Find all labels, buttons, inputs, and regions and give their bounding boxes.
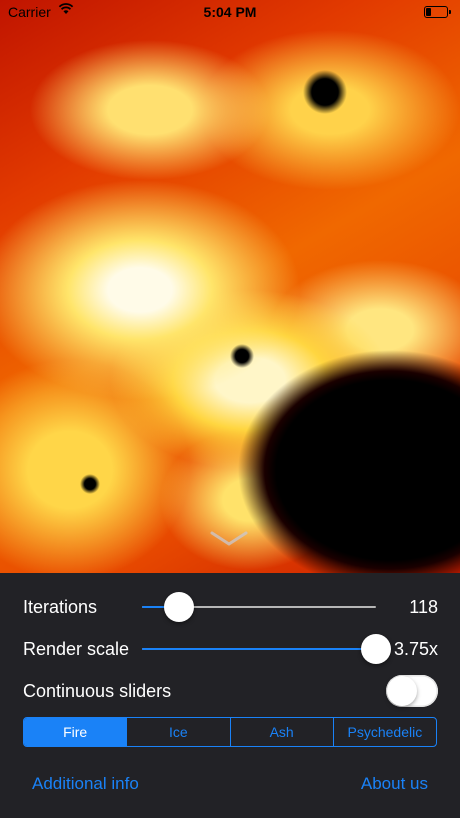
palette-segment-psychedelic[interactable]: Psychedelic bbox=[334, 718, 436, 746]
iterations-label: Iterations bbox=[23, 597, 98, 617]
palette-segment-ice[interactable]: Ice bbox=[127, 718, 231, 746]
continuous-sliders-label: Continuous sliders bbox=[23, 681, 172, 701]
iterations-row: Iterations 118 bbox=[23, 589, 438, 625]
status-bar: Carrier 5:04 PM bbox=[0, 0, 460, 24]
render-scale-row: Render scale 3.75x bbox=[23, 631, 438, 667]
about-us-link[interactable]: About us bbox=[361, 774, 428, 794]
iterations-value: 118 bbox=[409, 597, 438, 617]
render-scale-label: Render scale bbox=[23, 639, 130, 659]
palette-segment-fire[interactable]: Fire bbox=[24, 718, 128, 746]
status-time: 5:04 PM bbox=[203, 4, 257, 20]
palette-segment-ash[interactable]: Ash bbox=[231, 718, 334, 746]
render-scale-value: 3.75x bbox=[393, 639, 438, 659]
render-scale-slider[interactable] bbox=[142, 634, 391, 664]
fractal-canvas[interactable] bbox=[0, 0, 460, 573]
collapse-chevron-icon[interactable] bbox=[210, 530, 248, 548]
continuous-sliders-toggle[interactable] bbox=[386, 675, 438, 707]
toggle-knob bbox=[387, 676, 417, 706]
iterations-slider[interactable] bbox=[142, 592, 376, 622]
palette-segmented-control: Fire Ice Ash Psychedelic bbox=[23, 717, 437, 747]
continuous-sliders-row: Continuous sliders bbox=[23, 673, 438, 709]
settings-panel: Iterations 118 Render scale 3.75x Contin… bbox=[0, 573, 460, 818]
iterations-slider-thumb[interactable] bbox=[164, 592, 195, 622]
render-scale-slider-fill bbox=[142, 648, 376, 650]
additional-info-link[interactable]: Additional info bbox=[32, 774, 139, 794]
render-scale-slider-thumb[interactable] bbox=[361, 634, 391, 664]
battery-icon bbox=[424, 6, 451, 18]
